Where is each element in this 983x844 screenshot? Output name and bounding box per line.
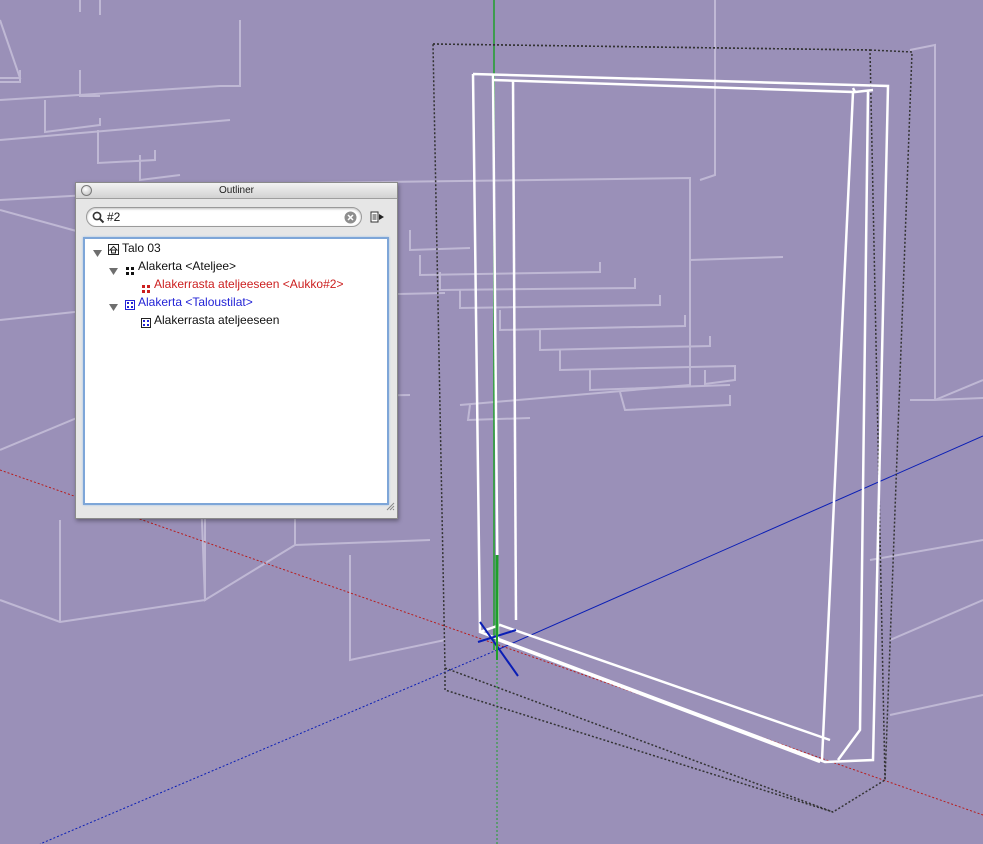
- tree-row-model[interactable]: Talo 03: [85, 240, 385, 257]
- tree-row-component[interactable]: Alakerrasta ateljeeseen: [85, 312, 385, 329]
- tree-row-label: Talo 03: [122, 241, 161, 255]
- filter-field[interactable]: [86, 207, 362, 227]
- outliner-titlebar[interactable]: Outliner: [76, 183, 397, 199]
- selection-bounding-box: [432, 43, 913, 813]
- tree-row-label: Alakerta <Ateljee>: [138, 259, 237, 273]
- details-arrow-icon[interactable]: [369, 209, 385, 230]
- blue-axis: [496, 435, 983, 651]
- tree-row-label: Alakerrasta ateljeeseen <Aukko#2>: [154, 277, 344, 291]
- component-icon: [141, 316, 151, 333]
- tree-row-group[interactable]: Alakerta <Ateljee>: [85, 258, 385, 275]
- red-axis: [0, 469, 983, 816]
- close-button[interactable]: [81, 185, 92, 196]
- outliner-window[interactable]: Outliner T: [75, 182, 398, 519]
- filter-input[interactable]: [107, 210, 337, 224]
- tree-row-label: Alakerta <Taloustilat>: [138, 295, 253, 309]
- outliner-tree[interactable]: Talo 03 Alakerta <Ateljee> Alakerrasta a…: [83, 237, 389, 505]
- clear-search-icon[interactable]: [344, 211, 357, 229]
- resize-grip-icon[interactable]: [386, 498, 395, 516]
- filter-row: [86, 207, 389, 229]
- blue-axis-dotted: [39, 649, 498, 844]
- window-title: Outliner: [218, 185, 254, 196]
- tree-row-label: Alakerrasta ateljeeseen: [154, 313, 280, 327]
- tree-row-component-match[interactable]: Alakerrasta ateljeeseen <Aukko#2>: [85, 276, 385, 293]
- magnifier-icon: [92, 211, 105, 229]
- tree-row-component-selected[interactable]: Alakerta <Taloustilat>: [85, 294, 385, 311]
